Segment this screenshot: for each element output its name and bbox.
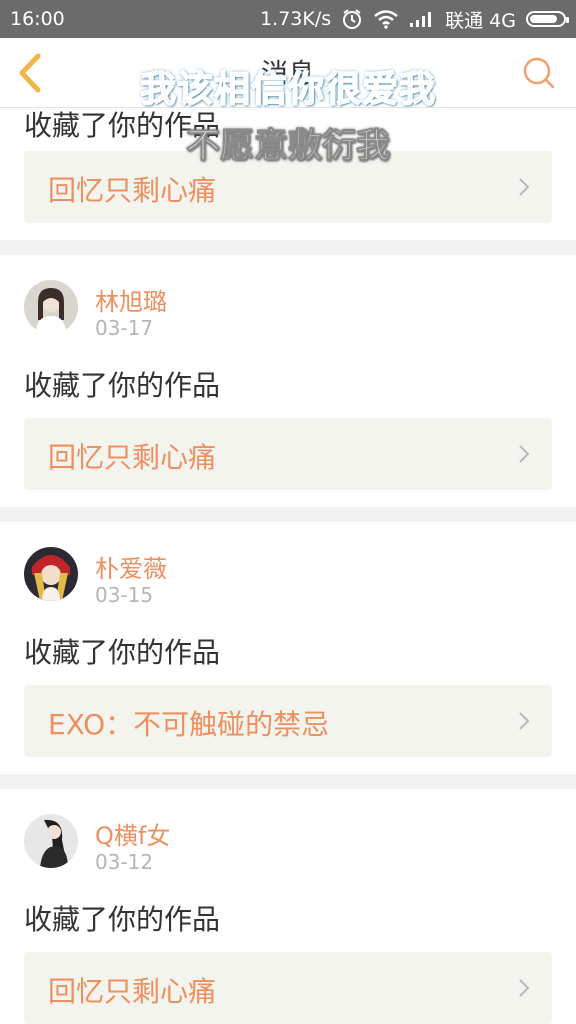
carrier-label: 联通 4G — [445, 9, 516, 32]
divider — [0, 240, 576, 255]
alarm-icon — [341, 8, 363, 30]
work-title: 回忆只剩心痛 — [48, 975, 217, 1008]
chevron-right-icon — [518, 177, 530, 197]
work-link[interactable]: EXO：不可触碰的禁忌 — [24, 685, 552, 757]
chevron-right-icon — [518, 444, 530, 464]
user-name[interactable]: 林旭璐 — [95, 282, 167, 317]
timestamp: 03-15 — [95, 583, 154, 607]
divider — [0, 507, 576, 522]
timestamp: 03-12 — [95, 850, 154, 874]
status-time: 16:00 — [10, 8, 65, 30]
divider — [0, 774, 576, 789]
status-bar: 16:00 1.73K/s 联通 4G — [0, 0, 576, 38]
list-item: 朴爱薇 03-15 收藏了你的作品 EXO：不可触碰的禁忌 — [0, 522, 576, 774]
signal-icon — [409, 10, 435, 28]
action-text: 收藏了你的作品 — [24, 636, 221, 669]
user-name[interactable]: Q横f女 — [95, 816, 170, 851]
overlay-caption-line2: 不愿意敷衍我 — [186, 126, 391, 167]
work-link[interactable]: 回忆只剩心痛 — [24, 952, 552, 1024]
action-text: 收藏了你的作品 — [24, 903, 221, 936]
avatar[interactable] — [24, 547, 78, 601]
list-item: 林旭璐 03-17 收藏了你的作品 回忆只剩心痛 — [0, 255, 576, 507]
timestamp: 03-17 — [95, 316, 154, 340]
list-item: Q横f女 03-12 收藏了你的作品 回忆只剩心痛 — [0, 789, 576, 1024]
work-title: EXO：不可触碰的禁忌 — [48, 708, 330, 741]
action-text: 收藏了你的作品 — [24, 369, 221, 402]
avatar[interactable] — [24, 814, 78, 868]
work-title: 回忆只剩心痛 — [48, 174, 217, 207]
chevron-right-icon — [518, 711, 530, 731]
work-title: 回忆只剩心痛 — [48, 441, 217, 474]
battery-icon — [526, 11, 569, 27]
notification-list: 收藏了你的作品 回忆只剩心痛 林旭璐 03-17 收藏了你的作品 回忆只剩心痛 — [0, 108, 576, 1024]
user-name[interactable]: 朴爱薇 — [95, 549, 167, 584]
avatar[interactable] — [24, 280, 78, 334]
work-link[interactable]: 回忆只剩心痛 — [24, 418, 552, 490]
wifi-icon — [373, 9, 399, 29]
network-speed: 1.73K/s — [260, 8, 332, 30]
overlay-caption-line1: 我该相信你很爱我 — [139, 68, 436, 111]
chevron-right-icon — [518, 978, 530, 998]
